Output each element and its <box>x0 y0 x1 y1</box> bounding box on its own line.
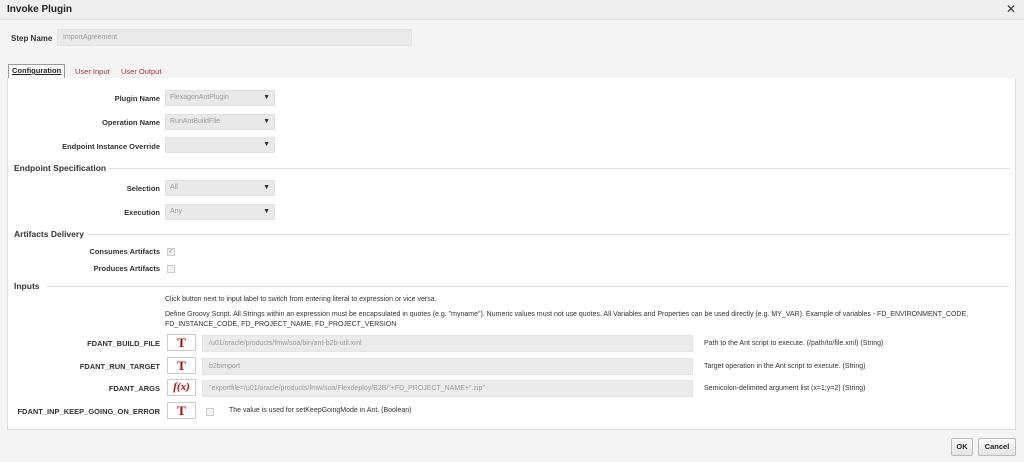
dialog-title: Invoke Plugin <box>7 4 73 15</box>
cancel-button[interactable]: Cancel <box>978 438 1016 456</box>
dialog-titlebar: Invoke Plugin ✕ <box>0 0 1024 20</box>
args-input[interactable]: "exportfile=/u01/oracle/products/fmw/soa… <box>202 380 693 397</box>
consumes-artifacts-label: Consumes Artifacts <box>89 247 160 256</box>
execution-select[interactable]: Any ▼ <box>165 204 275 220</box>
param-label-keep-going: FDANT_INP_KEEP_GOING_ON_ERROR <box>17 407 160 416</box>
step-name-label: Step Name <box>11 34 53 43</box>
selection-value: All <box>170 184 178 191</box>
chevron-down-icon: ▼ <box>263 184 270 191</box>
tab-configuration[interactable]: Configuration <box>8 64 66 78</box>
produces-artifacts-checkbox[interactable] <box>167 265 175 273</box>
artifacts-divider <box>88 234 1010 235</box>
groovy-help-line1: Define Groovy Script. All Strings within… <box>165 311 969 318</box>
plugin-name-value: FlexagonAntPlugin <box>170 94 229 101</box>
keep-going-checkbox[interactable] <box>206 408 214 416</box>
run-target-input[interactable]: b2bimport <box>202 358 693 375</box>
chevron-down-icon: ▼ <box>263 208 270 215</box>
consumes-artifacts-checkbox[interactable]: ✓ <box>167 248 175 256</box>
endpoint-spec-divider <box>108 168 1010 169</box>
endpoint-override-label: Endpoint Instance Override <box>62 142 160 151</box>
execution-value: Any <box>170 208 183 215</box>
operation-name-select[interactable]: RunAntBuildFile ▼ <box>165 114 275 130</box>
ok-button[interactable]: OK <box>951 438 973 456</box>
close-icon[interactable]: ✕ <box>1006 3 1016 15</box>
expression-toggle-button[interactable]: f(x) <box>167 379 196 396</box>
param-label-run-target: FDANT_RUN_TARGET <box>79 362 160 371</box>
tab-user-input[interactable]: User Input <box>75 67 110 76</box>
param-label-args: FDANT_ARGS <box>108 384 160 393</box>
inputs-hint: Click button next to input label to swit… <box>165 296 437 303</box>
chevron-down-icon: ▼ <box>263 141 270 148</box>
tab-user-output[interactable]: User Output <box>121 67 161 76</box>
literal-toggle-button[interactable]: T <box>167 357 196 374</box>
chevron-down-icon: ▼ <box>263 118 270 125</box>
execution-label: Execution <box>124 208 160 217</box>
produces-artifacts-label: Produces Artifacts <box>93 264 160 273</box>
param-label-build-file: FDANT_BUILD_FILE <box>87 339 160 348</box>
step-name-input[interactable]: ImportAgreement <box>57 29 412 46</box>
selection-label: Selection <box>126 184 160 193</box>
keep-going-description: The value is used for setKeepGoingMode i… <box>229 407 412 414</box>
operation-name-value: RunAntBuildFile <box>170 118 221 125</box>
selection-select[interactable]: All ▼ <box>165 180 275 196</box>
groovy-help-line2: FD_INSTANCE_CODE, FD_PROJECT_NAME, FD_PR… <box>165 321 397 328</box>
literal-toggle-button[interactable]: T <box>167 334 196 351</box>
endpoint-override-select[interactable]: ▼ <box>165 137 275 153</box>
inputs-divider <box>46 286 1010 287</box>
literal-toggle-button[interactable]: T <box>167 402 196 419</box>
run-target-description: Target operation in the Ant script to ex… <box>704 363 866 370</box>
artifacts-title: Artifacts Delivery <box>14 229 84 239</box>
args-description: Semicolon-delimited argument list (x=1;y… <box>704 385 866 392</box>
endpoint-spec-title: Endpoint Specification <box>14 163 107 173</box>
operation-name-label: Operation Name <box>102 118 160 127</box>
build-file-input[interactable]: /u01/oracle/products/fmw/soa/bin/ant-b2b… <box>202 335 693 352</box>
plugin-name-select[interactable]: FlexagonAntPlugin ▼ <box>165 90 275 106</box>
plugin-name-label: Plugin Name <box>114 94 160 103</box>
inputs-title: Inputs <box>14 281 40 291</box>
chevron-down-icon: ▼ <box>263 94 270 101</box>
build-file-description: Path to the Ant script to execute. (/pat… <box>704 340 884 347</box>
